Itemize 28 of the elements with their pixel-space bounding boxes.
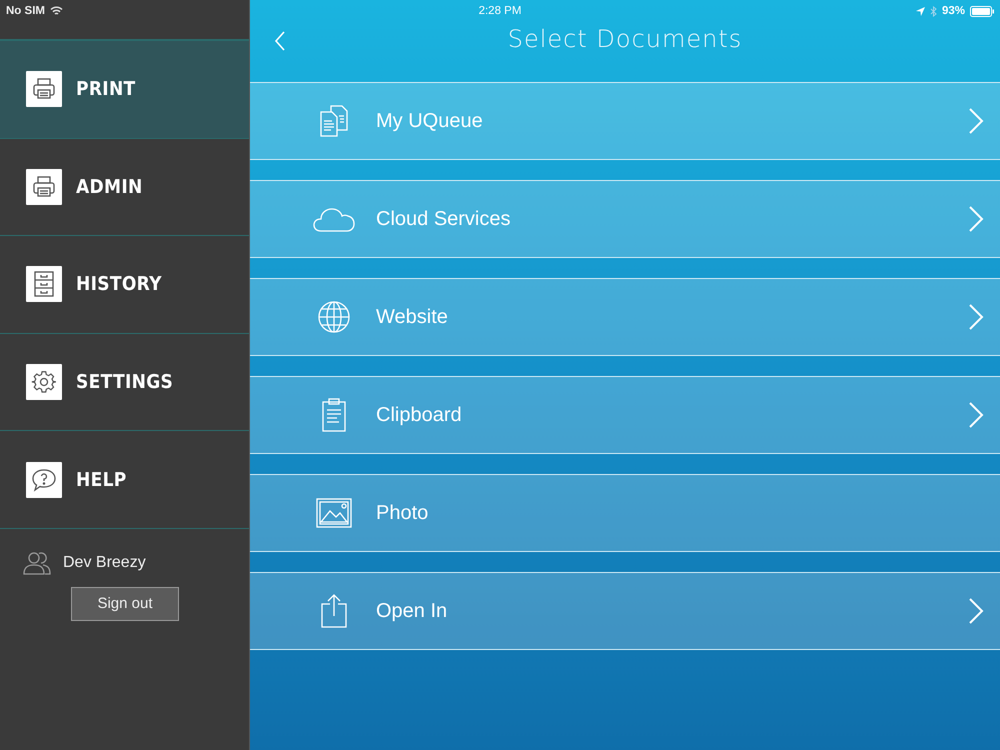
battery-percent: 93% — [942, 5, 965, 17]
sidebar-menu-item[interactable]: HELP — [0, 431, 249, 529]
users-icon — [23, 550, 51, 575]
settings-icon — [31, 369, 57, 396]
clipboard-icon — [320, 397, 348, 433]
documents-icon — [319, 104, 349, 138]
share-icon — [320, 593, 348, 629]
sign-out-button[interactable]: Sign out — [71, 586, 179, 621]
sidebar-menu-item[interactable]: PRINT — [0, 41, 249, 139]
clock-time: 2:28 PM — [478, 5, 522, 17]
source-row[interactable]: Photo — [250, 474, 1000, 552]
bluetooth-icon — [930, 6, 937, 16]
cloud-icon — [313, 206, 355, 232]
carrier-label: No SIM — [6, 5, 45, 17]
sidebar-menu-item[interactable]: SETTINGS — [0, 334, 249, 432]
sidebar-menu-item[interactable]: HISTORY — [0, 236, 249, 334]
user-name: Dev Breezy — [63, 554, 146, 572]
location-icon — [916, 6, 925, 16]
back-button[interactable] — [274, 30, 286, 52]
battery-icon — [970, 6, 994, 16]
image-icon — [316, 498, 352, 528]
sidebar-menu-item[interactable]: ADMIN — [0, 138, 249, 236]
back-chevron-icon — [274, 30, 286, 52]
source-row[interactable]: Open In — [250, 572, 1000, 650]
help-icon — [30, 466, 58, 493]
page-title: Select Documents — [508, 25, 742, 55]
wifi-icon — [50, 6, 63, 16]
globe-icon — [317, 300, 351, 334]
